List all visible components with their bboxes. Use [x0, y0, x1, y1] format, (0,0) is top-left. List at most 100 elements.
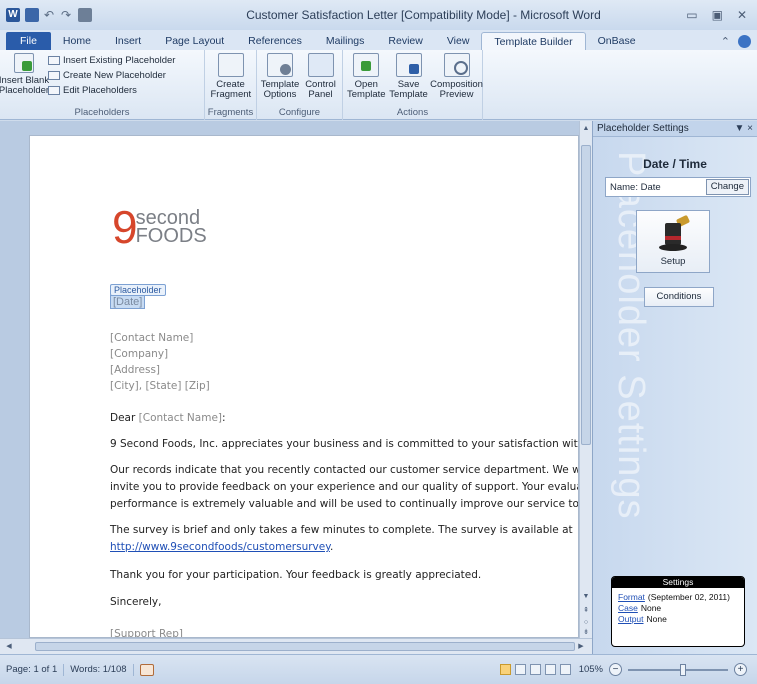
word-count[interactable]: Words: 1/108 — [70, 664, 126, 675]
scroll-left-icon[interactable]: ◀ — [4, 641, 14, 652]
horizontal-scrollbar[interactable]: ◀ ▶ — [0, 638, 592, 654]
city-state-zip-placeholder[interactable]: [City], [State] [Zip] — [110, 380, 210, 392]
outline-view-icon[interactable] — [544, 664, 556, 675]
conditions-button[interactable]: Conditions — [644, 287, 714, 307]
name-label: Name: — [610, 181, 638, 193]
edit-placeholders-button[interactable]: Edit Placeholders — [48, 85, 175, 96]
magic-hat-icon — [659, 214, 691, 251]
placeholder-icon — [48, 71, 60, 80]
view-buttons — [499, 664, 571, 675]
tab-review[interactable]: Review — [376, 32, 434, 50]
redo-icon[interactable]: ↷ — [61, 8, 73, 22]
word-app-icon[interactable]: W — [6, 8, 20, 22]
scroll-down-icon[interactable]: ▼ — [581, 591, 591, 602]
pane-title: Date / Time — [643, 157, 707, 171]
address-placeholder[interactable]: [Address] — [110, 364, 160, 376]
proofing-icon[interactable] — [139, 663, 154, 676]
minimize-icon[interactable]: ▭ — [686, 8, 697, 22]
settings-summary-title: Settings — [612, 577, 744, 588]
contact-name-placeholder[interactable]: [Contact Name] — [110, 332, 193, 344]
tab-insert[interactable]: Insert — [103, 32, 153, 50]
survey-link-period: . — [329, 541, 334, 553]
composition-preview-icon — [443, 53, 470, 77]
draft-view-icon[interactable] — [559, 664, 571, 675]
insert-blank-placeholder-label: Insert Blank Placeholder — [0, 75, 50, 96]
company-logo: 9 second FOODS — [112, 204, 207, 250]
open-template-label: Open Template — [347, 79, 386, 100]
save-icon[interactable] — [25, 8, 39, 22]
ribbon-tabs: File Home Insert Page Layout References … — [0, 30, 757, 50]
paragraph-2-line-3: performance is extremely valuable and wi… — [110, 498, 579, 510]
case-row: Case None — [618, 603, 738, 613]
paragraph-3-line-1: The survey is brief and only takes a few… — [110, 524, 573, 536]
tab-onbase[interactable]: OnBase — [586, 32, 648, 50]
previous-page-icon[interactable]: ⇞ — [581, 605, 591, 616]
tab-mailings[interactable]: Mailings — [314, 32, 377, 50]
print-layout-view-icon[interactable] — [499, 664, 511, 675]
page-count[interactable]: Page: 1 of 1 — [6, 664, 57, 675]
insert-existing-placeholder-button[interactable]: Insert Existing Placeholder — [48, 55, 175, 66]
maximize-icon[interactable]: ▣ — [712, 8, 723, 22]
support-rep-placeholder[interactable]: [Support Rep] — [110, 628, 183, 637]
zoom-out-icon[interactable]: − — [609, 663, 622, 676]
tab-references[interactable]: References — [236, 32, 314, 50]
pane-header-title: Placeholder Settings — [597, 123, 689, 134]
close-icon[interactable]: ✕ — [737, 8, 747, 22]
vertical-scroll-thumb[interactable] — [581, 145, 591, 445]
format-link[interactable]: Format — [618, 592, 645, 602]
group-label-placeholders: Placeholders — [74, 107, 130, 118]
salutation-name-placeholder[interactable]: [Contact Name] — [139, 412, 222, 424]
group-fragments: Create Fragment Fragments — [205, 50, 257, 120]
zoom-control: 105% − + — [579, 663, 747, 676]
pane-menu-close-icon[interactable]: ▼ × — [734, 121, 753, 137]
horizontal-scroll-thumb[interactable] — [35, 642, 575, 651]
date-placeholder[interactable]: [Date] — [110, 295, 146, 309]
print-icon[interactable] — [78, 8, 92, 22]
group-label-actions: Actions — [396, 107, 429, 118]
paragraph-3-line-2: http://www.9secondfoods/customersurvey. — [110, 541, 333, 553]
tab-home[interactable]: Home — [51, 32, 103, 50]
template-options-label: Template Options — [260, 79, 300, 100]
salutation-prefix: Dear — [110, 412, 139, 424]
group-placeholders: Insert Blank Placeholder Insert Existing… — [0, 50, 205, 120]
window-controls: ▭ ▣ ✕ — [657, 8, 757, 22]
next-page-icon[interactable]: ⇟ — [581, 627, 591, 638]
company-placeholder[interactable]: [Company] — [110, 348, 168, 360]
output-link[interactable]: Output — [618, 614, 644, 624]
paragraph-2-line-2: invite you to provide feedback on your e… — [110, 481, 579, 493]
tab-view[interactable]: View — [435, 32, 482, 50]
settings-summary: Settings Format (September 02, 2011) Cas… — [611, 576, 745, 647]
group-label-configure: Configure — [278, 107, 321, 118]
tab-file[interactable]: File — [6, 32, 51, 50]
edit-icon — [48, 86, 60, 95]
create-new-placeholder-button[interactable]: Create New Placeholder — [48, 70, 175, 81]
tab-template-builder[interactable]: Template Builder — [481, 32, 586, 50]
document-page[interactable]: 9 second FOODS Placeholder [Date] [Conta… — [29, 135, 579, 638]
zoom-level[interactable]: 105% — [579, 664, 603, 675]
case-value: None — [640, 603, 662, 613]
web-layout-view-icon[interactable] — [529, 664, 541, 675]
control-panel-icon — [307, 53, 334, 77]
paragraph-1: 9 Second Foods, Inc. appreciates your bu… — [110, 438, 579, 450]
group-actions: Open Template Save Template Composition … — [343, 50, 483, 120]
help-icon[interactable] — [738, 34, 751, 48]
change-button[interactable]: Change — [705, 179, 749, 195]
vertical-scrollbar[interactable]: ▲ ▼ ⇞ ○ ⇟ — [579, 121, 592, 638]
placeholder-settings-pane: Placeholder Settings ▼ × Placeholder Set… — [592, 121, 757, 654]
undo-icon[interactable]: ↶ — [44, 8, 56, 22]
case-link[interactable]: Case — [618, 603, 638, 613]
zoom-in-icon[interactable]: + — [734, 663, 747, 676]
tab-page-layout[interactable]: Page Layout — [153, 32, 236, 50]
composition-preview-label: Composition Preview — [430, 79, 483, 100]
zoom-slider[interactable] — [628, 663, 728, 676]
setup-button[interactable]: Setup — [636, 210, 710, 273]
scroll-right-icon[interactable]: ▶ — [576, 641, 586, 652]
full-screen-reading-view-icon[interactable] — [514, 664, 526, 675]
scroll-up-icon[interactable]: ▲ — [581, 123, 591, 134]
ribbon-collapse-icon[interactable]: ⌃ — [721, 35, 730, 48]
survey-link[interactable]: http://www.9secondfoods/customersurvey — [110, 541, 330, 553]
closing: Sincerely, — [110, 596, 162, 608]
name-value: Date — [640, 181, 661, 193]
group-label-fragments: Fragments — [207, 107, 254, 118]
zoom-slider-thumb[interactable] — [680, 663, 686, 676]
